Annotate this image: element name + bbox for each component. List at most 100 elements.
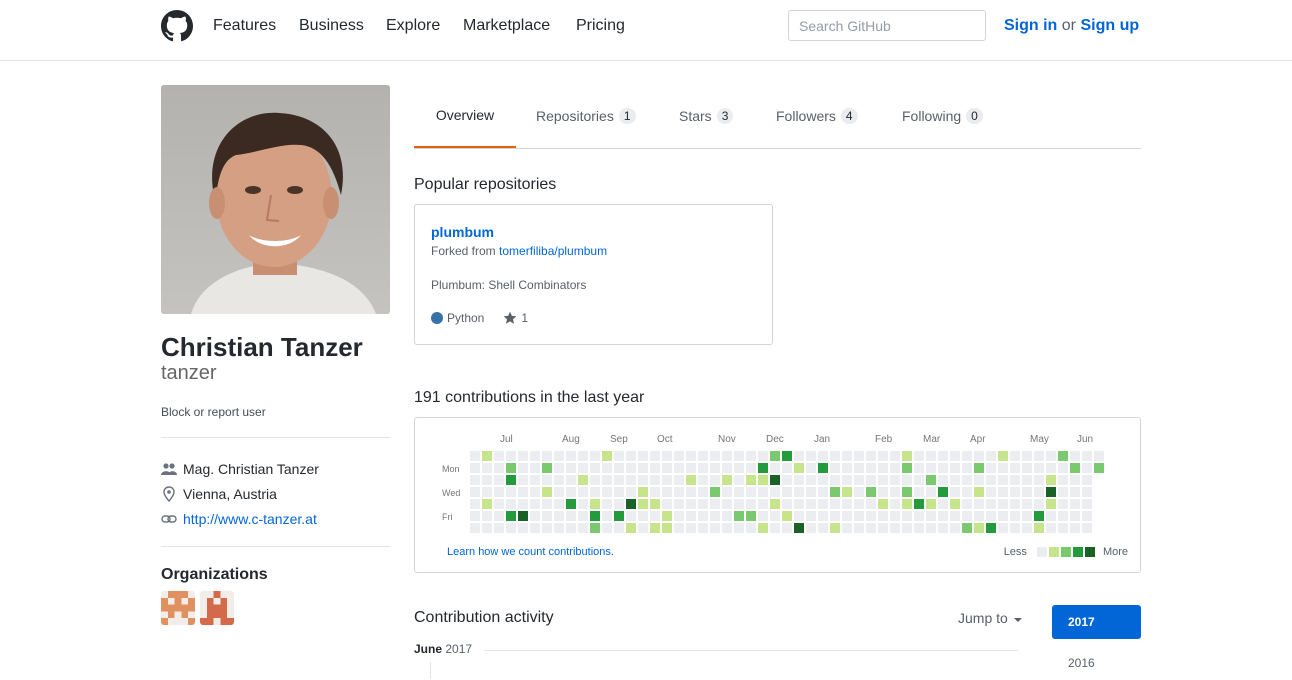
- contribution-day[interactable]: [950, 523, 960, 533]
- contribution-day[interactable]: [878, 499, 888, 509]
- contribution-day[interactable]: [938, 523, 948, 533]
- contribution-day[interactable]: [722, 451, 732, 461]
- contribution-day[interactable]: [710, 523, 720, 533]
- contribution-day[interactable]: [1046, 523, 1056, 533]
- contribution-day[interactable]: [590, 511, 600, 521]
- contribution-day[interactable]: [1034, 475, 1044, 485]
- contribution-day[interactable]: [734, 499, 744, 509]
- contribution-day[interactable]: [554, 499, 564, 509]
- contribution-day[interactable]: [866, 475, 876, 485]
- contribution-day[interactable]: [1010, 511, 1020, 521]
- contribution-day[interactable]: [470, 475, 480, 485]
- year-link-selected[interactable]: 2017: [1052, 605, 1141, 639]
- contribution-day[interactable]: [986, 499, 996, 509]
- sign-in-link[interactable]: Sign in: [1004, 17, 1057, 34]
- contribution-day[interactable]: [1034, 511, 1044, 521]
- contribution-day[interactable]: [638, 475, 648, 485]
- contribution-day[interactable]: [638, 487, 648, 497]
- contribution-day[interactable]: [1094, 463, 1104, 473]
- contribution-day[interactable]: [662, 451, 672, 461]
- contribution-day[interactable]: [722, 475, 732, 485]
- contribution-day[interactable]: [1058, 463, 1068, 473]
- contribution-day[interactable]: [782, 511, 792, 521]
- forked-from-link[interactable]: tomerfiliba/plumbum: [499, 244, 607, 258]
- contribution-day[interactable]: [662, 499, 672, 509]
- contribution-day[interactable]: [782, 523, 792, 533]
- contribution-day[interactable]: [566, 487, 576, 497]
- contribution-day[interactable]: [614, 511, 624, 521]
- contribution-day[interactable]: [542, 451, 552, 461]
- contribution-day[interactable]: [530, 523, 540, 533]
- contribution-day[interactable]: [914, 487, 924, 497]
- contribution-day[interactable]: [590, 499, 600, 509]
- contribution-day[interactable]: [650, 451, 660, 461]
- contribution-day[interactable]: [902, 451, 912, 461]
- contribution-day[interactable]: [674, 487, 684, 497]
- contribution-day[interactable]: [602, 487, 612, 497]
- contribution-day[interactable]: [614, 475, 624, 485]
- contribution-day[interactable]: [950, 487, 960, 497]
- contribution-day[interactable]: [638, 499, 648, 509]
- contribution-day[interactable]: [602, 475, 612, 485]
- contribution-day[interactable]: [746, 463, 756, 473]
- contribution-day[interactable]: [746, 451, 756, 461]
- contribution-day[interactable]: [806, 487, 816, 497]
- contribution-day[interactable]: [830, 499, 840, 509]
- contribution-day[interactable]: [842, 487, 852, 497]
- contribution-day[interactable]: [470, 487, 480, 497]
- contribution-day[interactable]: [602, 523, 612, 533]
- contribution-day[interactable]: [590, 487, 600, 497]
- contribution-day[interactable]: [830, 475, 840, 485]
- contribution-day[interactable]: [542, 511, 552, 521]
- contribution-day[interactable]: [626, 499, 636, 509]
- contribution-day[interactable]: [914, 463, 924, 473]
- contribution-day[interactable]: [806, 475, 816, 485]
- contribution-day[interactable]: [1046, 463, 1056, 473]
- contribution-day[interactable]: [1046, 487, 1056, 497]
- contribution-day[interactable]: [614, 499, 624, 509]
- contribution-day[interactable]: [746, 475, 756, 485]
- contribution-day[interactable]: [638, 523, 648, 533]
- contribution-day[interactable]: [782, 451, 792, 461]
- contribution-day[interactable]: [854, 523, 864, 533]
- tab-stars[interactable]: Stars 3: [679, 84, 734, 147]
- nav-marketplace[interactable]: Marketplace: [463, 17, 550, 35]
- contribution-day[interactable]: [614, 487, 624, 497]
- contribution-day[interactable]: [842, 451, 852, 461]
- contribution-day[interactable]: [806, 499, 816, 509]
- contribution-day[interactable]: [782, 463, 792, 473]
- block-report-link[interactable]: Block or report user: [161, 405, 266, 419]
- contribution-day[interactable]: [890, 451, 900, 461]
- contribution-day[interactable]: [878, 463, 888, 473]
- contribution-day[interactable]: [1082, 487, 1092, 497]
- contribution-day[interactable]: [1070, 475, 1080, 485]
- contribution-day[interactable]: [974, 523, 984, 533]
- contribution-day[interactable]: [542, 487, 552, 497]
- contribution-day[interactable]: [842, 463, 852, 473]
- contribution-day[interactable]: [1010, 475, 1020, 485]
- contribution-day[interactable]: [902, 487, 912, 497]
- contribution-day[interactable]: [746, 523, 756, 533]
- contribution-day[interactable]: [482, 451, 492, 461]
- contribution-day[interactable]: [626, 475, 636, 485]
- contribution-day[interactable]: [482, 463, 492, 473]
- contribution-day[interactable]: [470, 463, 480, 473]
- contribution-day[interactable]: [734, 523, 744, 533]
- contribution-day[interactable]: [926, 511, 936, 521]
- contribution-day[interactable]: [554, 487, 564, 497]
- contribution-day[interactable]: [650, 475, 660, 485]
- contribution-day[interactable]: [1082, 523, 1092, 533]
- contribution-day[interactable]: [758, 451, 768, 461]
- contribution-day[interactable]: [1058, 475, 1068, 485]
- contribution-day[interactable]: [482, 511, 492, 521]
- contribution-day[interactable]: [938, 475, 948, 485]
- star-icon[interactable]: [503, 311, 517, 325]
- nav-business[interactable]: Business: [299, 17, 364, 35]
- contribution-day[interactable]: [566, 511, 576, 521]
- organization-avatar[interactable]: [161, 591, 195, 625]
- contribution-day[interactable]: [638, 463, 648, 473]
- contribution-day[interactable]: [566, 475, 576, 485]
- contribution-day[interactable]: [890, 487, 900, 497]
- contribution-day[interactable]: [1010, 499, 1020, 509]
- contribution-day[interactable]: [542, 463, 552, 473]
